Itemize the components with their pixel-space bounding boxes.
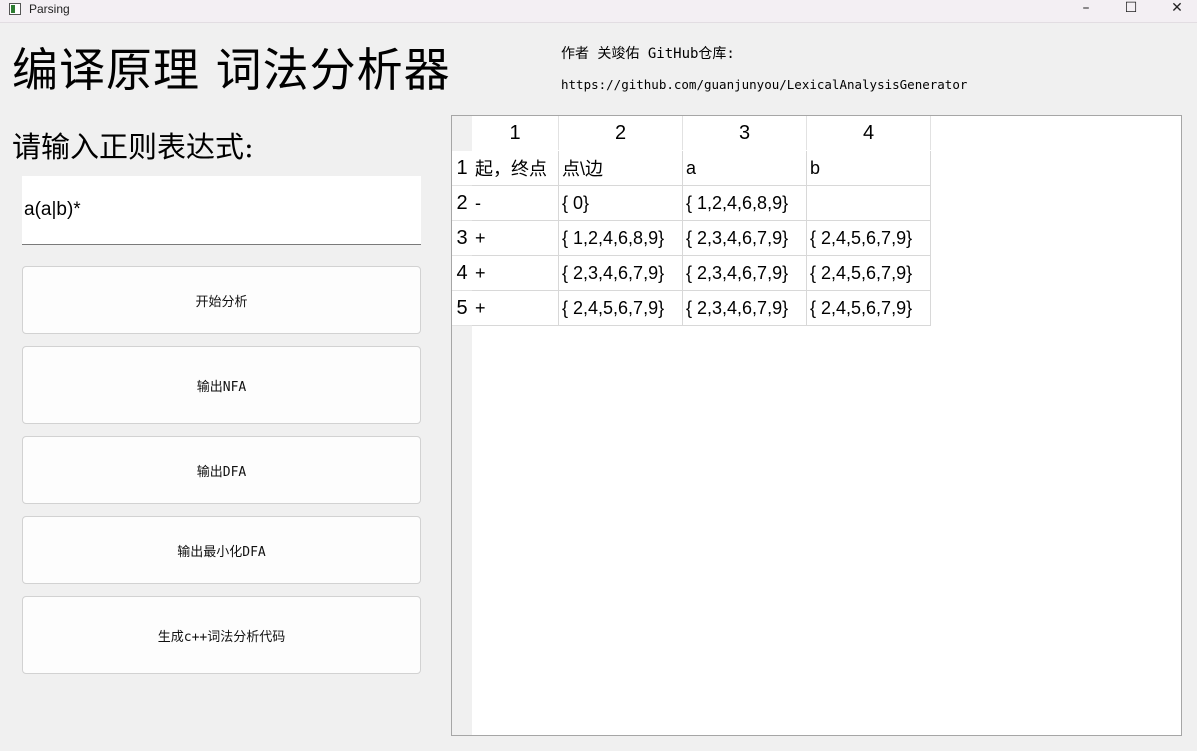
- start-analysis-button[interactable]: 开始分析: [22, 266, 421, 334]
- table-cell[interactable]: { 0}: [559, 186, 683, 221]
- minimize-icon[interactable]: –: [1063, 0, 1109, 16]
- table-cell[interactable]: { 2,3,4,6,7,9}: [559, 256, 683, 291]
- row-header[interactable]: 4: [452, 256, 472, 291]
- table-cell[interactable]: 点\边: [559, 151, 683, 186]
- table-cell[interactable]: 起，终点: [472, 151, 559, 186]
- repo-url: https://github.com/guanjunyou/LexicalAna…: [561, 77, 968, 92]
- regex-input[interactable]: [22, 176, 421, 245]
- regex-prompt-label: 请输入正则表达式:: [12, 130, 254, 164]
- output-min-dfa-button[interactable]: 输出最小化DFA: [22, 516, 421, 584]
- row-header[interactable]: 1: [452, 151, 472, 186]
- output-dfa-button[interactable]: 输出DFA: [22, 436, 421, 504]
- title-bar: Parsing – ☐ ✕: [0, 0, 1197, 23]
- row-header[interactable]: 5: [452, 291, 472, 326]
- table-cell[interactable]: a: [683, 151, 807, 186]
- table-cell[interactable]: { 2,4,5,6,7,9}: [807, 291, 931, 326]
- table-cell[interactable]: { 2,3,4,6,7,9}: [683, 291, 807, 326]
- row-header[interactable]: 2: [452, 186, 472, 221]
- table-cell[interactable]: +: [472, 221, 559, 256]
- table-cell[interactable]: [807, 186, 931, 221]
- result-table[interactable]: 1 2 3 4 1 2 3 4 5 起，终点 点\边 a b - { 0} { …: [451, 115, 1182, 736]
- column-header[interactable]: 2: [559, 116, 683, 150]
- window-title: Parsing: [29, 2, 70, 16]
- maximize-icon[interactable]: ☐: [1108, 0, 1154, 16]
- column-header[interactable]: 4: [807, 116, 931, 150]
- table-cell[interactable]: { 2,4,5,6,7,9}: [807, 256, 931, 291]
- table-cell[interactable]: +: [472, 256, 559, 291]
- page-title: 编译原理 词法分析器: [12, 43, 451, 97]
- table-cell[interactable]: { 1,2,4,6,8,9}: [683, 186, 807, 221]
- generate-cpp-code-button[interactable]: 生成c++词法分析代码: [22, 596, 421, 674]
- row-header[interactable]: 3: [452, 221, 472, 256]
- app-window-icon: [9, 3, 21, 15]
- table-cell[interactable]: { 2,4,5,6,7,9}: [807, 221, 931, 256]
- table-cell[interactable]: { 2,3,4,6,7,9}: [683, 256, 807, 291]
- column-header[interactable]: 3: [683, 116, 807, 150]
- table-cell[interactable]: +: [472, 291, 559, 326]
- output-nfa-button[interactable]: 输出NFA: [22, 346, 421, 424]
- close-icon[interactable]: ✕: [1154, 0, 1197, 16]
- column-header[interactable]: 1: [472, 116, 559, 150]
- table-cell[interactable]: b: [807, 151, 931, 186]
- table-cell[interactable]: { 1,2,4,6,8,9}: [559, 221, 683, 256]
- author-label: 作者 关竣佑 GitHub仓库:: [561, 46, 735, 62]
- table-cell[interactable]: -: [472, 186, 559, 221]
- table-cell[interactable]: { 2,3,4,6,7,9}: [683, 221, 807, 256]
- table-cell[interactable]: { 2,4,5,6,7,9}: [559, 291, 683, 326]
